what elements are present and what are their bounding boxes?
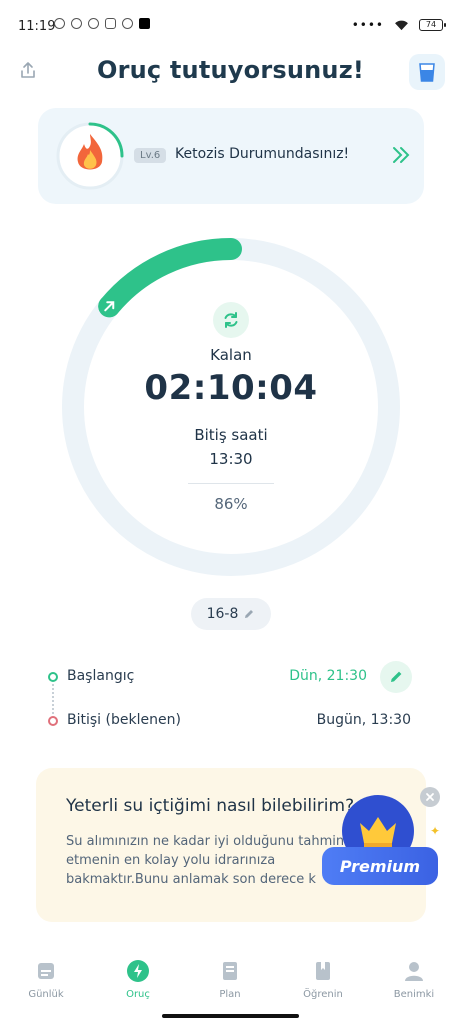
remaining-timer: 02:10:04: [144, 368, 318, 408]
close-tip-button[interactable]: [420, 787, 440, 807]
profile-icon: [402, 959, 426, 983]
square-icon: [139, 18, 150, 29]
ketosis-card[interactable]: Lv.6 Ketozis Durumundasınız!: [38, 108, 424, 204]
page-title: Oruç tutuyorsunuz!: [96, 56, 365, 84]
close-icon: [426, 793, 434, 801]
pencil-icon: [245, 610, 254, 618]
water-glass-icon: [419, 63, 435, 82]
timeline-connector: [52, 684, 54, 714]
nav-label: Öğrenin: [303, 989, 343, 1000]
app-icon: [122, 18, 133, 29]
end-time-label: Bitiş saati: [194, 426, 268, 444]
sparkle-icon: ✦: [430, 824, 441, 838]
moon-icon: [54, 18, 65, 29]
refresh-button[interactable]: [213, 302, 249, 338]
level-badge: Lv.6: [134, 148, 167, 163]
refresh-icon: [224, 312, 238, 328]
fasting-progress-ring: Kalan 02:10:04 Bitiş saati 13:30 86%: [56, 232, 406, 582]
nav-item-oruc[interactable]: Oruç: [98, 959, 178, 1000]
remaining-label: Kalan: [210, 346, 252, 364]
end-dot: [48, 716, 58, 726]
pencil-icon: [391, 671, 402, 682]
end-label: Bitişi (beklenen): [67, 712, 181, 728]
status-time: 11:19: [18, 19, 56, 34]
wifi-icon: [395, 20, 408, 30]
end-time-value: 13:30: [209, 450, 253, 468]
notification-icons: [54, 18, 150, 29]
premium-button[interactable]: Premium: [322, 847, 438, 885]
nav-label: Oruç: [126, 989, 150, 1000]
nav-item-plan[interactable]: Plan: [190, 959, 270, 1000]
progress-percent: 86%: [214, 495, 248, 513]
end-value: Bugün, 13:30: [316, 712, 411, 728]
ketosis-status-text: Ketozis Durumundasınız!: [175, 146, 350, 162]
nav-label: Günlük: [28, 989, 64, 1000]
start-value: Dün, 21:30: [289, 668, 367, 684]
plan-selector[interactable]: 16-8: [191, 598, 271, 630]
status-bar: 11:19 •••• 74: [0, 0, 461, 56]
crown-icon: [360, 817, 396, 847]
plan-label: 16-8: [206, 606, 239, 622]
tip-title: Yeterli su içtiğimi nasıl bilebilirim?: [66, 796, 355, 816]
book-icon: [311, 959, 335, 983]
home-indicator: [162, 1014, 299, 1018]
edit-start-button[interactable]: [380, 661, 412, 693]
alarm-icon: [88, 18, 99, 29]
ketosis-progress-ring: [54, 120, 126, 192]
double-chevron-right-icon: [393, 147, 410, 163]
app-icon: [71, 18, 82, 29]
plan-icon: [218, 959, 242, 983]
nav-item-gunluk[interactable]: Günlük: [6, 959, 86, 1000]
progress-knob[interactable]: [98, 295, 121, 318]
instagram-icon: [105, 18, 116, 29]
status-right: •••• 74: [351, 18, 446, 32]
divider: [188, 483, 274, 484]
lightning-icon: [126, 959, 150, 983]
progress-arc: [98, 238, 242, 318]
start-dot: [48, 672, 58, 682]
journal-icon: [34, 959, 58, 983]
water-button[interactable]: [409, 54, 445, 90]
signal-icon: ••••: [351, 18, 384, 32]
nav-label: Plan: [219, 989, 241, 1000]
start-label: Başlangıç: [67, 668, 135, 684]
battery-icon: 74: [419, 19, 446, 31]
nav-item-ogrenin[interactable]: Öğrenin: [283, 959, 363, 1000]
nav-item-benimki[interactable]: Benimki: [374, 959, 454, 1000]
nav-label: Benimki: [393, 989, 435, 1000]
